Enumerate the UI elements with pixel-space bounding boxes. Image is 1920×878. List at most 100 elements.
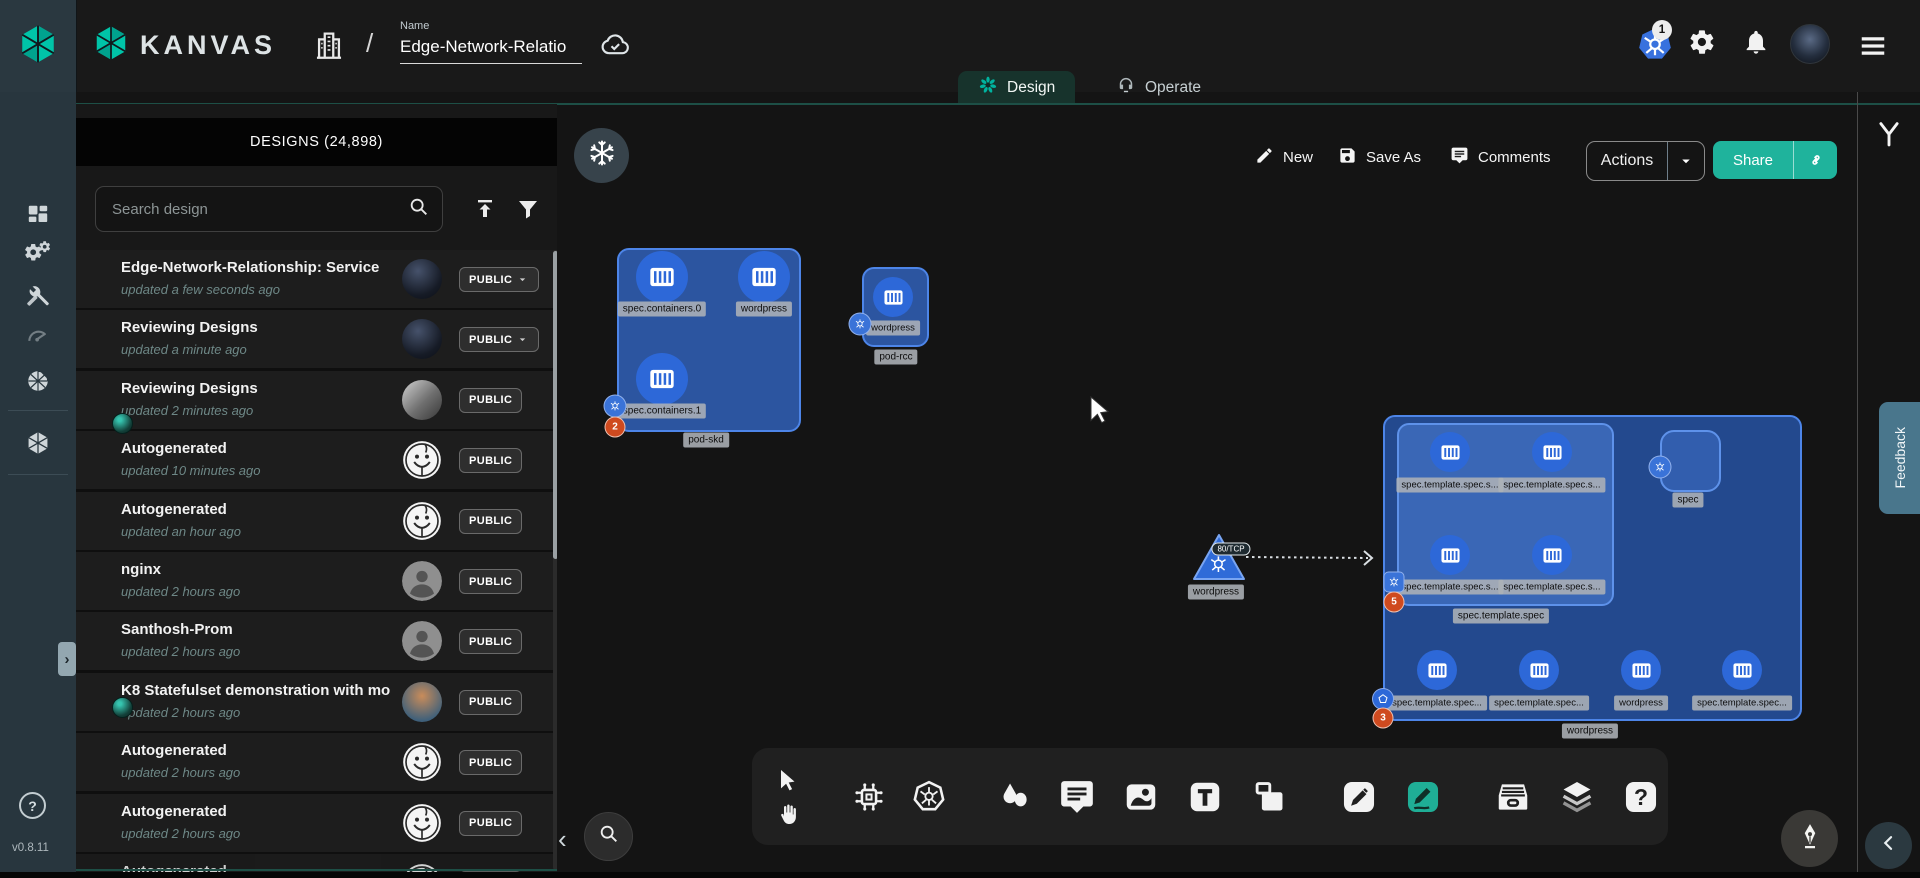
container-node[interactable]: [1532, 535, 1572, 575]
conflict-count-badge[interactable]: 2: [605, 417, 626, 438]
sidebar-item-kanvas[interactable]: [14, 423, 62, 463]
note-tool-icon[interactable]: [1250, 778, 1288, 816]
canvas-logo-button[interactable]: [574, 128, 629, 183]
sidebar-item-performance[interactable]: [14, 316, 62, 356]
kubernetes-badge-icon[interactable]: [604, 395, 627, 418]
sidebar-item-extensions[interactable]: [14, 361, 62, 401]
sidebar-item-lifecycle[interactable]: [14, 233, 62, 273]
container-node[interactable]: [873, 277, 913, 317]
owner-avatar[interactable]: [402, 319, 442, 359]
container-node[interactable]: [1621, 650, 1661, 690]
comment-tool-icon[interactable]: [1058, 778, 1096, 816]
media-tool-icon[interactable]: [1122, 778, 1160, 816]
drawer-tool-icon[interactable]: [1494, 778, 1532, 816]
brand[interactable]: KANVAS: [92, 24, 276, 67]
container-node[interactable]: [738, 251, 790, 303]
sidebar-logo-cell[interactable]: [0, 0, 77, 92]
pen-mode-button[interactable]: [1781, 810, 1838, 867]
zoom-tool-button[interactable]: [584, 812, 633, 861]
cursor-tool-icon[interactable]: [776, 768, 800, 792]
design-list-item[interactable]: Autogeneratedupdated 10 minutes agoPUBLI…: [76, 431, 557, 489]
visibility-badge[interactable]: PUBLIC: [459, 690, 522, 715]
import-design-icon[interactable]: [471, 195, 499, 223]
canvas-collapse-chevron-icon[interactable]: ‹: [558, 824, 567, 855]
kubernetes-tool-icon[interactable]: [912, 780, 946, 814]
owner-avatar[interactable]: [402, 561, 442, 601]
visibility-badge[interactable]: PUBLIC: [459, 388, 522, 413]
design-list-item[interactable]: Autogeneratedupdated 2 hours agoPUBLIC: [76, 733, 557, 791]
hand-tool-icon[interactable]: [776, 802, 800, 826]
container-node[interactable]: [1417, 650, 1457, 690]
design-list-item[interactable]: Reviewing Designsupdated 2 minutes agoPU…: [76, 371, 557, 429]
design-list-item[interactable]: Edge-Network-Relationship: Serviceupdate…: [76, 250, 557, 308]
sidebar-item-configuration[interactable]: [14, 276, 62, 316]
visibility-badge[interactable]: PUBLIC: [459, 750, 522, 775]
user-avatar[interactable]: [1790, 24, 1830, 64]
tab-operate[interactable]: Operate: [1096, 71, 1221, 104]
visibility-badge[interactable]: PUBLIC: [459, 569, 522, 594]
container-node[interactable]: [636, 251, 688, 303]
right-panel-collapse-button[interactable]: [1865, 822, 1912, 869]
tab-design[interactable]: Design: [958, 71, 1075, 104]
scrollbar-thumb[interactable]: [553, 251, 557, 559]
new-design-button[interactable]: New: [1255, 146, 1313, 169]
owner-avatar[interactable]: [402, 380, 442, 420]
design-list-item[interactable]: Reviewing Designsupdated a minute agoPUB…: [76, 310, 557, 368]
owner-avatar[interactable]: [402, 259, 442, 299]
layers-tool-icon[interactable]: [1558, 778, 1596, 816]
visibility-badge[interactable]: PUBLIC: [459, 811, 522, 836]
panel-expand-chevron[interactable]: ›: [58, 642, 76, 676]
design-list-scrollbar[interactable]: [553, 250, 557, 870]
settings-gear-icon[interactable]: [1688, 28, 1716, 61]
design-list-item[interactable]: nginxupdated 2 hours agoPUBLIC: [76, 552, 557, 610]
pen-tool-icon[interactable]: [1340, 778, 1378, 816]
service-triangle-node[interactable]: [1191, 532, 1247, 582]
owner-avatar[interactable]: [402, 621, 442, 661]
container-node[interactable]: [1430, 432, 1470, 472]
design-search-input[interactable]: [96, 201, 408, 218]
kubernetes-badge-icon[interactable]: [1649, 456, 1672, 479]
copy-link-icon[interactable]: [1793, 141, 1837, 179]
text-tool-icon[interactable]: [1186, 778, 1224, 816]
feedback-tab[interactable]: Feedback: [1879, 402, 1920, 514]
owner-avatar[interactable]: [402, 682, 442, 722]
components-tool-icon[interactable]: [852, 780, 886, 814]
owner-avatar[interactable]: [402, 742, 442, 782]
organization-building-icon[interactable]: [312, 28, 346, 67]
comments-button[interactable]: Comments: [1450, 146, 1551, 169]
sketch-tool-icon[interactable]: [1404, 778, 1442, 816]
container-node[interactable]: [1519, 650, 1559, 690]
design-name-input[interactable]: [400, 35, 582, 64]
help-tool-icon[interactable]: ?: [1622, 778, 1660, 816]
conflict-count-badge[interactable]: 3: [1373, 708, 1394, 729]
filter-funnel-icon[interactable]: [514, 195, 542, 223]
visibility-badge[interactable]: PUBLIC: [459, 327, 539, 352]
design-list-item[interactable]: K8 Statefulset demonstration with moupda…: [76, 673, 557, 731]
visibility-badge[interactable]: PUBLIC: [459, 448, 522, 473]
notifications-bell-icon[interactable]: [1742, 28, 1770, 61]
save-as-button[interactable]: Save As: [1338, 146, 1421, 169]
conflict-count-badge[interactable]: 5: [1384, 592, 1405, 613]
help-button[interactable]: ?: [19, 792, 46, 819]
actions-dropdown-button[interactable]: Actions: [1586, 141, 1705, 181]
container-node[interactable]: [636, 353, 688, 405]
owner-avatar[interactable]: [402, 440, 442, 480]
sidebar-item-dashboard[interactable]: [14, 195, 62, 235]
search-icon[interactable]: [408, 196, 430, 223]
share-button[interactable]: Share: [1713, 141, 1837, 179]
owner-avatar[interactable]: [402, 501, 442, 541]
validate-branch-icon[interactable]: [1874, 118, 1904, 153]
chevron-down-icon[interactable]: [1667, 142, 1704, 180]
design-list-item[interactable]: Autogeneratedupdated 2 hours agoPUBLIC: [76, 794, 557, 852]
visibility-badge[interactable]: PUBLIC: [459, 509, 522, 534]
network-edge[interactable]: [1243, 545, 1384, 571]
shapes-tool-icon[interactable]: [998, 780, 1032, 814]
kubernetes-badge-icon[interactable]: [1384, 572, 1405, 593]
container-node[interactable]: [1722, 650, 1762, 690]
kubernetes-badge-icon[interactable]: [849, 313, 872, 336]
container-node[interactable]: [1532, 432, 1572, 472]
owner-avatar[interactable]: [402, 803, 442, 843]
visibility-badge[interactable]: PUBLIC: [459, 267, 539, 292]
design-list-item[interactable]: Santhosh-Promupdated 2 hours agoPUBLIC: [76, 612, 557, 670]
design-list-item[interactable]: Autogeneratedupdated an hour agoPUBLIC: [76, 492, 557, 550]
